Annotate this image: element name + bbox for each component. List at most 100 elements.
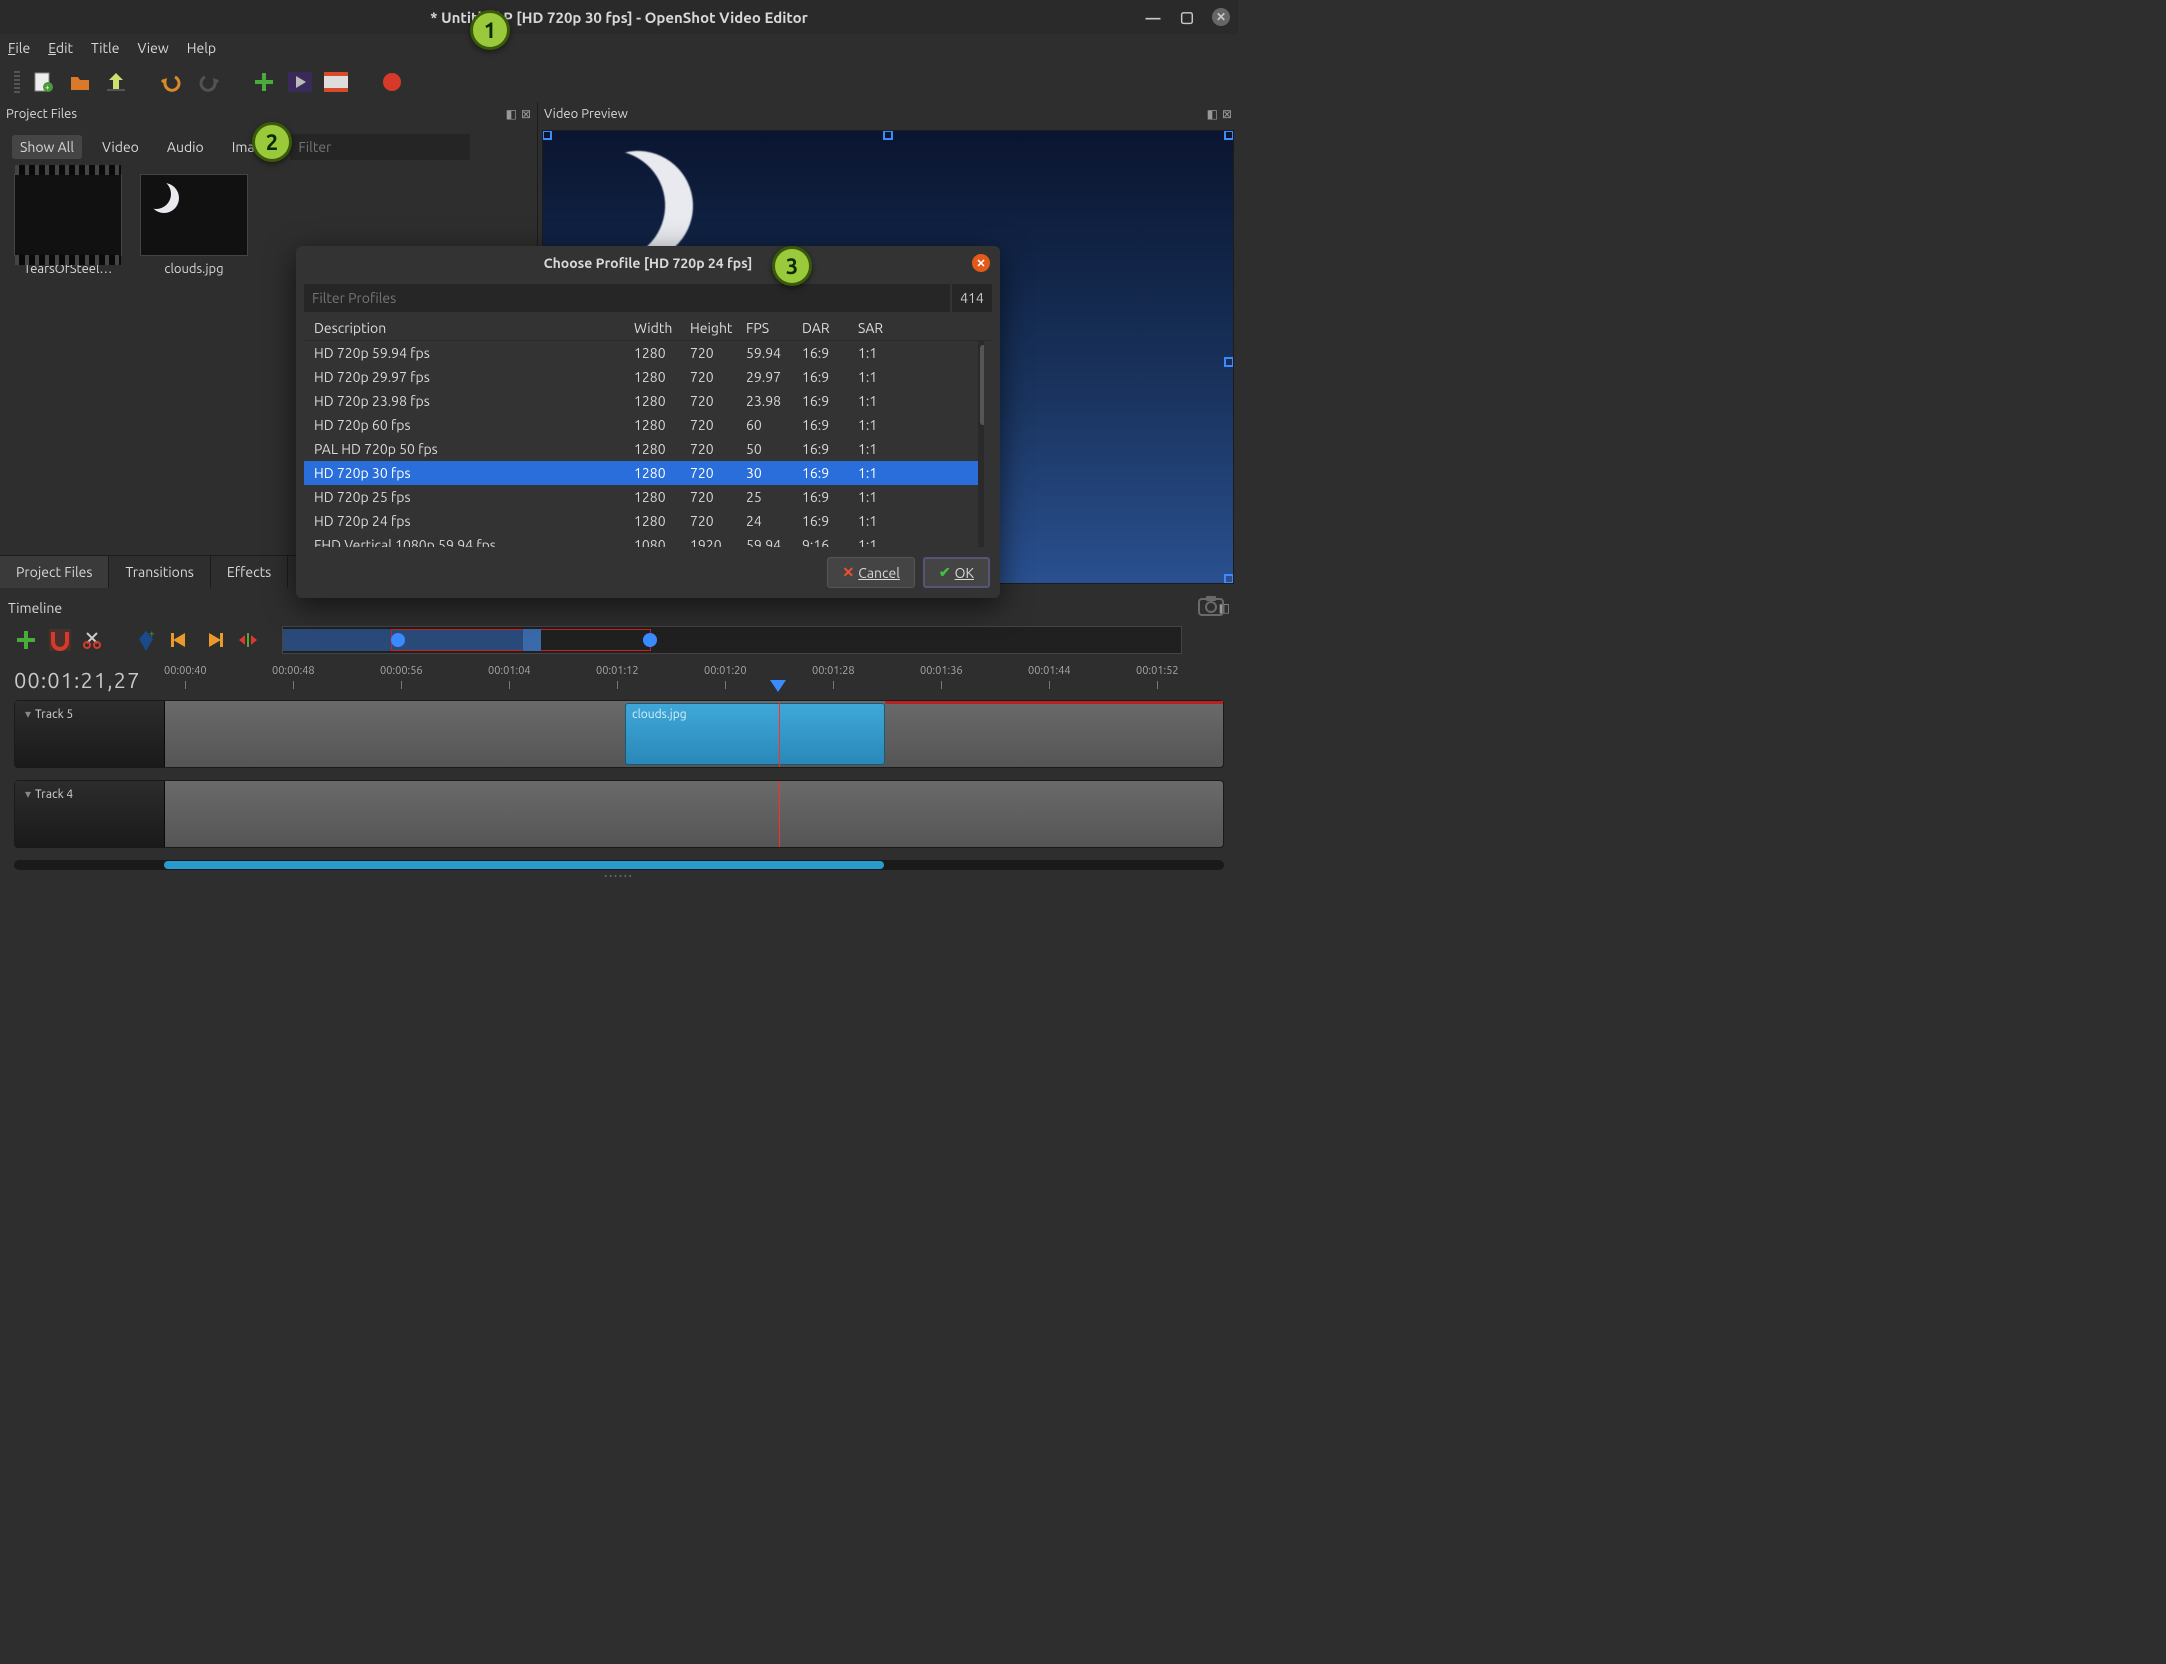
resize-handle-icon[interactable] — [1224, 357, 1234, 367]
menu-file[interactable]: File — [8, 40, 30, 56]
ok-button[interactable]: ✔OK — [923, 557, 990, 588]
ruler-tick: 00:01:20 — [704, 665, 747, 677]
profile-row[interactable]: HD 720p 59.94 fps128072059.9416:91:1 — [304, 341, 984, 365]
filter-input[interactable] — [290, 134, 470, 160]
export-icon[interactable] — [380, 70, 404, 94]
redo-icon[interactable] — [196, 70, 220, 94]
resize-handle-icon[interactable] — [1224, 574, 1234, 584]
file-name: clouds.jpg — [140, 262, 248, 276]
clip[interactable]: clouds.jpg — [625, 703, 885, 765]
pane-detach-icon[interactable]: ◧ — [506, 107, 517, 121]
prev-marker-icon[interactable] — [168, 628, 192, 652]
pane-close-icon[interactable]: ⊠ — [1222, 107, 1232, 121]
annotation-badge-3: 3 — [772, 246, 812, 286]
profile-row[interactable]: FHD Vertical 1080p 59.94 fps1080192059.9… — [304, 533, 984, 547]
scrollbar-thumb[interactable] — [980, 345, 984, 425]
center-playhead-icon[interactable] — [236, 628, 260, 652]
ruler-tick: 00:00:48 — [272, 665, 315, 677]
toolbar-grip[interactable] — [14, 71, 20, 93]
playhead-line — [779, 701, 780, 767]
ok-check-icon: ✔ — [939, 564, 951, 581]
track[interactable]: ▾Track 5 clouds.jpg — [14, 700, 1224, 768]
open-project-icon[interactable] — [68, 70, 92, 94]
cancel-x-icon: ✕ — [842, 564, 854, 581]
time-display: 00:01:21,27 — [14, 668, 164, 693]
maximize-icon[interactable]: ▢ — [1178, 8, 1196, 26]
profile-row[interactable]: PAL HD 720p 50 fps12807205016:91:1 — [304, 437, 984, 461]
profile-row[interactable]: HD 720p 60 fps12807206016:91:1 — [304, 413, 984, 437]
profile-row[interactable]: HD 720p 30 fps12807203016:91:1 — [304, 461, 984, 485]
track[interactable]: ▾Track 4 — [14, 780, 1224, 848]
import-files-icon[interactable] — [252, 70, 276, 94]
tab-audio[interactable]: Audio — [159, 135, 212, 159]
profile-count: 414 — [952, 284, 992, 312]
profile-row[interactable]: HD 720p 29.97 fps128072029.9716:91:1 — [304, 365, 984, 389]
splitter-horizontal[interactable]: •••••• — [0, 872, 1238, 880]
profile-row[interactable]: HD 720p 24 fps12807202416:91:1 — [304, 509, 984, 533]
menubar: File Edit Title View Help — [0, 34, 1238, 62]
annotation-badge-1: 1 — [470, 10, 510, 50]
col-sar[interactable]: SAR — [858, 320, 898, 336]
menu-edit[interactable]: Edit — [48, 40, 73, 56]
timeline-overview[interactable] — [282, 626, 1182, 654]
playhead-icon[interactable] — [770, 680, 786, 692]
ruler-tick: 00:00:40 — [164, 665, 207, 677]
close-icon[interactable]: ✕ — [1212, 8, 1230, 26]
svg-text:+: + — [149, 629, 155, 639]
ruler-tick: 00:01:28 — [812, 665, 855, 677]
fullscreen-icon[interactable] — [324, 70, 348, 94]
snap-icon[interactable] — [48, 628, 72, 652]
resize-handle-icon[interactable] — [542, 130, 552, 140]
playhead-line — [779, 781, 780, 847]
clip-label: clouds.jpg — [632, 708, 687, 721]
profile-list[interactable]: HD 720p 59.94 fps128072059.9416:91:1HD 7… — [304, 341, 984, 547]
add-marker-icon[interactable]: + — [134, 628, 158, 652]
cancel-button[interactable]: ✕Cancel — [827, 557, 914, 588]
file-item[interactable]: TearsOfSteel… — [14, 174, 122, 276]
razor-icon[interactable] — [82, 628, 106, 652]
choose-profile-dialog: Choose Profile [HD 720p 24 fps] ✕ 414 De… — [296, 246, 1000, 598]
track-collapse-icon[interactable]: ▾ — [25, 708, 31, 721]
resize-handle-icon[interactable] — [1224, 130, 1234, 140]
snapshot-icon[interactable] — [1198, 595, 1224, 622]
profile-scrollbar[interactable] — [978, 341, 984, 547]
menu-help[interactable]: Help — [187, 40, 216, 56]
btab-transitions[interactable]: Transitions — [109, 556, 210, 588]
profile-row[interactable]: HD 720p 25 fps12807202516:91:1 — [304, 485, 984, 509]
minimize-icon[interactable]: — — [1144, 8, 1162, 26]
ruler-tick: 00:01:44 — [1028, 665, 1071, 677]
choose-profile-icon[interactable] — [288, 70, 312, 94]
file-thumbnail — [140, 174, 248, 256]
profile-filter-input[interactable] — [304, 284, 950, 312]
tab-show-all[interactable]: Show All — [12, 135, 82, 159]
new-project-icon[interactable]: + — [32, 70, 56, 94]
timeline-scrollbar[interactable] — [14, 860, 1224, 870]
col-dar[interactable]: DAR — [802, 320, 858, 336]
overview-handle[interactable] — [643, 633, 657, 647]
profile-row[interactable]: HD 720p 23.98 fps128072023.9816:91:1 — [304, 389, 984, 413]
pane-detach-icon[interactable]: ◧ — [1207, 107, 1218, 121]
dialog-close-icon[interactable]: ✕ — [972, 254, 990, 272]
menu-view[interactable]: View — [137, 40, 168, 56]
overview-handle[interactable] — [391, 633, 405, 647]
tab-video[interactable]: Video — [94, 135, 147, 159]
add-track-icon[interactable] — [14, 628, 38, 652]
btab-project-files[interactable]: Project Files — [0, 556, 109, 588]
btab-effects[interactable]: Effects — [211, 556, 288, 588]
col-height[interactable]: Height — [690, 320, 746, 336]
col-width[interactable]: Width — [634, 320, 690, 336]
pane-close-icon[interactable]: ⊠ — [521, 107, 531, 121]
file-item[interactable]: clouds.jpg — [140, 174, 248, 276]
undo-icon[interactable] — [160, 70, 184, 94]
save-project-icon[interactable] — [104, 70, 128, 94]
track-collapse-icon[interactable]: ▾ — [25, 788, 31, 801]
timeline-ruler[interactable]: 00:01:21,27 00:00:4000:00:4800:00:5600:0… — [0, 660, 1238, 700]
col-fps[interactable]: FPS — [746, 320, 802, 336]
next-marker-icon[interactable] — [202, 628, 226, 652]
scrollbar-thumb[interactable] — [164, 861, 884, 869]
file-thumbnail — [14, 174, 122, 256]
svg-text:+: + — [45, 83, 50, 92]
menu-title[interactable]: Title — [91, 40, 119, 56]
col-description[interactable]: Description — [314, 320, 634, 336]
resize-handle-icon[interactable] — [883, 130, 893, 140]
